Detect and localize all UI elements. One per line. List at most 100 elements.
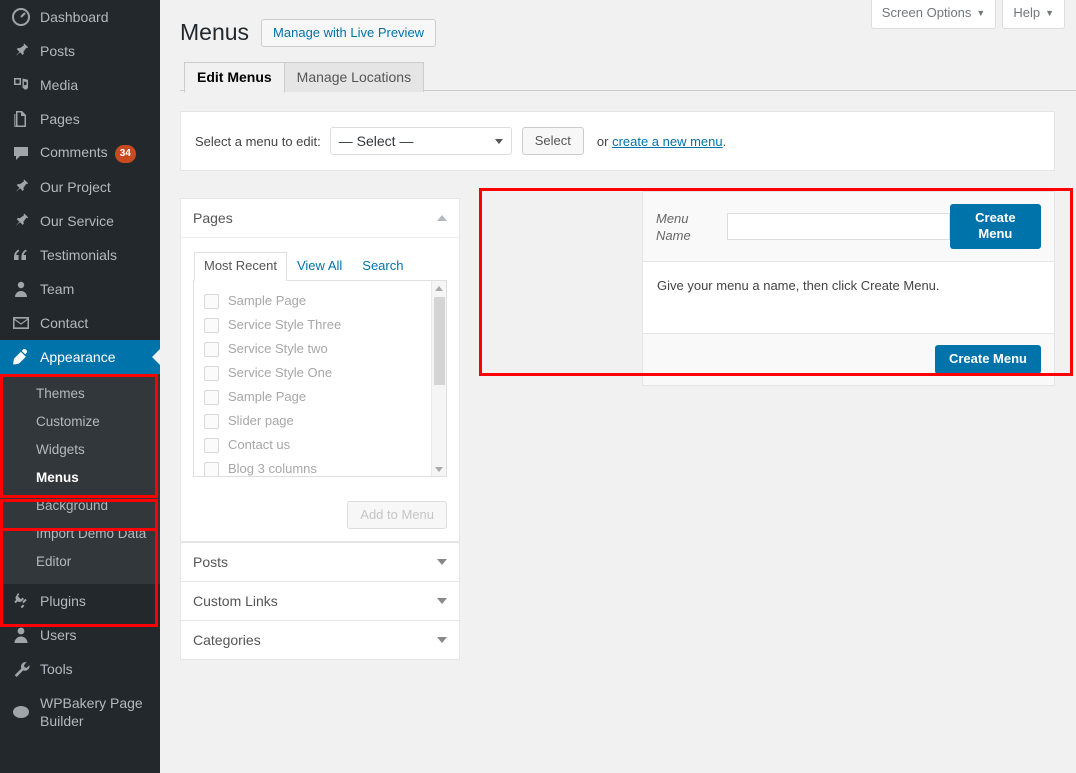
tab-edit-menus[interactable]: Edit Menus — [184, 62, 285, 93]
scrollbar-thumb[interactable] — [434, 297, 445, 385]
dashboard-icon — [11, 7, 31, 27]
sidebar-secondary-list: Plugins Users Tools WPBakery Page Builder — [0, 584, 160, 738]
page-checklist-item[interactable]: Blog 3 columns — [204, 457, 446, 476]
menu-name-input[interactable] — [727, 213, 950, 240]
sidebar-item-team[interactable]: Team — [0, 272, 160, 306]
sidebar-item-label: Our Project — [40, 179, 111, 195]
page-checkbox[interactable] — [204, 341, 219, 357]
page-checklist-item[interactable]: Service Style Three — [204, 313, 446, 337]
postbox-custom-links: Custom Links — [180, 582, 460, 621]
page-label: Sample Page — [228, 389, 307, 404]
chevron-down-icon[interactable] — [437, 559, 447, 565]
postbox-posts-header[interactable]: Posts — [181, 543, 459, 581]
page-label: Slider page — [228, 413, 294, 428]
create-a-new-menu-link[interactable]: create a new menu — [612, 134, 723, 149]
scroll-down-arrow-icon[interactable] — [432, 462, 446, 476]
users-icon — [11, 625, 31, 645]
menu-editor-column: Menu Name Create Menu Give your menu a n… — [642, 191, 1055, 386]
sidebar-item-our-service[interactable]: Our Service — [0, 204, 160, 238]
or-prefix: or — [596, 133, 613, 149]
sidebar-item-media[interactable]: Media — [0, 68, 160, 102]
postbox-categories-title: Categories — [193, 632, 261, 648]
sidebar-primary-list: Dashboard Posts Media Pages Comments 34 Our Pr… — [0, 0, 160, 340]
submenu-item-editor[interactable]: Editor — [0, 548, 160, 576]
page-checklist-item[interactable]: Service Style two — [204, 337, 446, 361]
sidebar-item-testimonials[interactable]: Testimonials — [0, 238, 160, 272]
screen-options-button[interactable]: Screen Options ▼ — [870, 0, 997, 29]
submenu-item-themes[interactable]: Themes — [0, 380, 160, 408]
sidebar-item-plugins[interactable]: Plugins — [0, 584, 160, 618]
sidebar-item-tools[interactable]: Tools — [0, 652, 160, 686]
media-icon — [11, 75, 31, 95]
chevron-up-icon[interactable] — [437, 215, 447, 221]
page-checklist-item[interactable]: Service Style One — [204, 361, 446, 385]
page-checkbox[interactable] — [204, 461, 219, 476]
sidebar-item-pages[interactable]: Pages — [0, 102, 160, 136]
menu-name-label: Menu Name — [656, 210, 691, 243]
pages-tab-list: Most Recent View All Search — [193, 251, 447, 281]
submenu-item-menus[interactable]: Menus — [0, 464, 160, 492]
sidebar-item-posts[interactable]: Posts — [0, 34, 160, 68]
pin-icon — [11, 211, 31, 231]
comments-count-badge: 34 — [114, 144, 136, 163]
sidebar-item-label: Dashboard — [40, 9, 109, 25]
scroll-up-arrow-icon[interactable] — [432, 281, 446, 295]
appearance-brush-icon — [11, 347, 31, 367]
help-button[interactable]: Help ▼ — [1002, 0, 1065, 29]
add-to-menu-button[interactable]: Add to Menu — [347, 501, 447, 529]
chevron-down-icon[interactable] — [437, 637, 447, 643]
page-checklist-item[interactable]: Slider page — [204, 409, 446, 433]
page-checkbox[interactable] — [204, 437, 219, 453]
sidebar-item-users[interactable]: Users — [0, 618, 160, 652]
page-checklist-item[interactable]: Sample Page — [204, 289, 446, 313]
quote-icon — [11, 245, 31, 265]
sidebar-item-label: Pages — [40, 111, 80, 127]
submenu-item-customize[interactable]: Customize — [0, 408, 160, 436]
create-menu-button-top[interactable]: Create Menu — [949, 204, 1041, 249]
postbox-pages-title: Pages — [193, 210, 233, 226]
sidebar-item-wpbakery-page-builder[interactable]: WPBakery Page Builder — [0, 686, 160, 738]
pages-tab-search[interactable]: Search — [352, 252, 413, 281]
sidebar-submenu-appearance: Themes Customize Widgets Menus Background Imp… — [0, 374, 160, 584]
screen-meta-links: Screen Options ▼ Help ▼ — [870, 0, 1065, 29]
menu-name-row: Menu Name Create Menu — [643, 192, 1054, 262]
menu-edit-panel: Menu Name Create Menu Give your menu a n… — [642, 191, 1055, 386]
pages-scrollbar[interactable] — [431, 281, 446, 476]
sidebar-item-label: Appearance — [40, 349, 116, 365]
menu-select-dropdown[interactable]: — Select — — [329, 127, 512, 155]
postbox-categories-header[interactable]: Categories — [181, 621, 459, 659]
sidebar-item-label: Team — [40, 281, 75, 297]
pages-tab-most-recent[interactable]: Most Recent — [194, 252, 287, 281]
sidebar-item-our-project[interactable]: Our Project — [0, 170, 160, 204]
page-checkbox[interactable] — [204, 293, 219, 309]
postbox-pages: Pages Most Recent View All Search Sample P… — [180, 198, 460, 542]
page-checkbox[interactable] — [204, 365, 219, 381]
pages-tab-view-all[interactable]: View All — [287, 252, 352, 281]
manage-with-live-preview-button[interactable]: Manage with Live Preview — [261, 18, 437, 47]
postbox-pages-header[interactable]: Pages — [181, 199, 459, 238]
menu-instruction-area: Give your menu a name, then click Create… — [643, 262, 1054, 333]
postbox-custom-links-header[interactable]: Custom Links — [181, 582, 459, 620]
page-checklist-item[interactable]: Contact us — [204, 433, 446, 457]
chevron-down-icon: ▼ — [976, 8, 986, 18]
submenu-item-import-demo-data[interactable]: Import Demo Data — [0, 520, 160, 548]
sidebar-item-appearance[interactable]: Appearance — [0, 340, 160, 374]
chevron-down-icon[interactable] — [437, 598, 447, 604]
submenu-item-background[interactable]: Background — [0, 492, 160, 520]
user-icon — [11, 279, 31, 299]
sidebar-item-label: Our Service — [40, 213, 114, 229]
sidebar-item-contact[interactable]: Contact — [0, 306, 160, 340]
tab-manage-locations[interactable]: Manage Locations — [283, 62, 425, 92]
page-checkbox[interactable] — [204, 317, 219, 333]
sidebar-item-dashboard[interactable]: Dashboard — [0, 0, 160, 34]
submenu-item-widgets[interactable]: Widgets — [0, 436, 160, 464]
select-button[interactable]: Select — [521, 127, 584, 155]
main-content: Screen Options ▼ Help ▼ Menus Manage with … — [160, 0, 1076, 773]
add-to-menu-row: Add to Menu — [181, 489, 459, 541]
page-label: Service Style Three — [228, 317, 342, 332]
create-menu-button-bottom[interactable]: Create Menu — [934, 345, 1041, 374]
page-checkbox[interactable] — [204, 389, 219, 405]
page-checklist-item[interactable]: Sample Page — [204, 385, 446, 409]
sidebar-item-comments[interactable]: Comments 34 — [0, 136, 160, 170]
page-checkbox[interactable] — [204, 413, 219, 429]
